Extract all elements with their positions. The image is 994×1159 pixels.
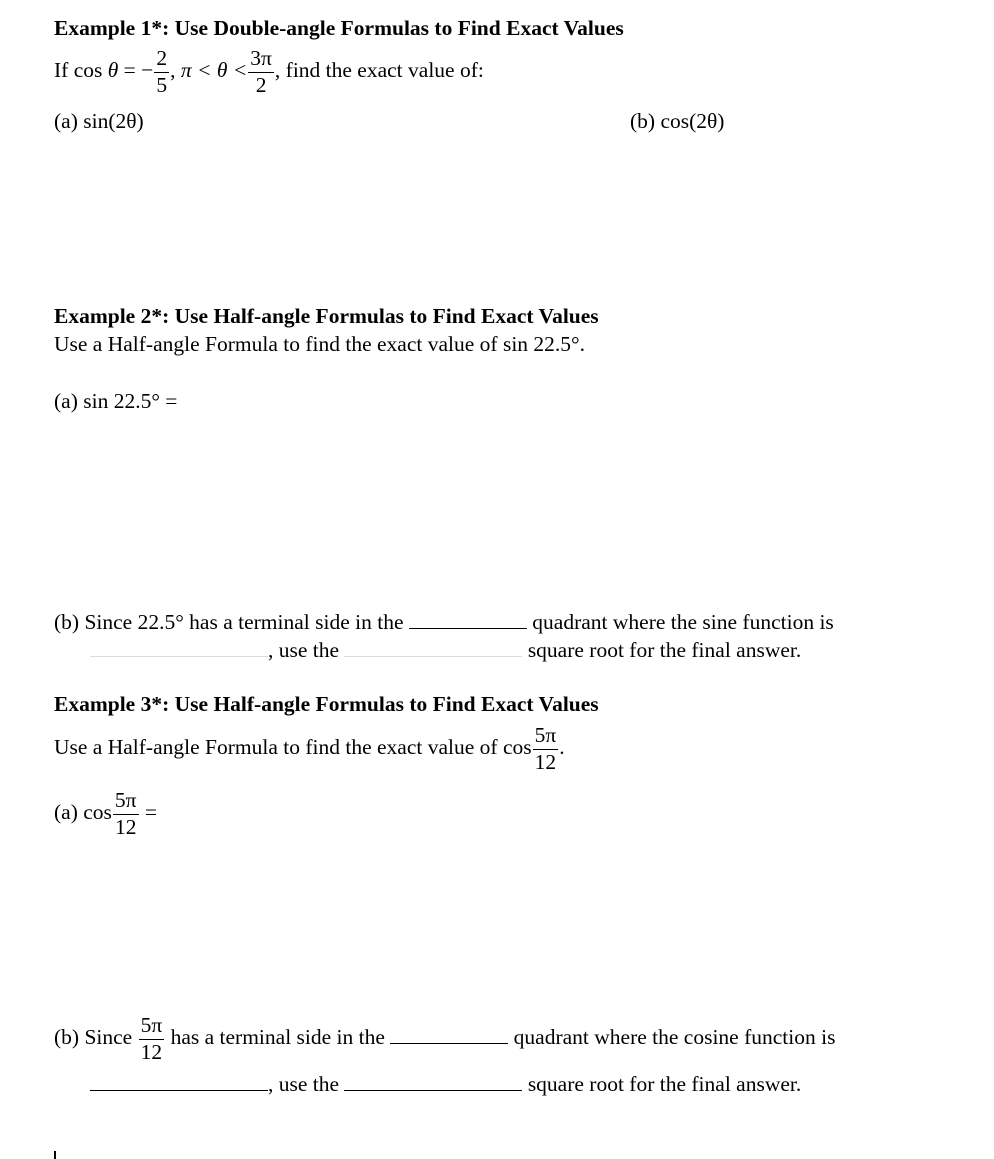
fraction-five-pi-over-twelve: 5π 12 bbox=[112, 789, 139, 839]
fraction-denominator: 5 bbox=[156, 72, 168, 97]
answer-blank-sign[interactable] bbox=[90, 655, 268, 657]
part-b-text: (b) Since bbox=[54, 1024, 133, 1049]
theta-symbol: θ bbox=[107, 57, 119, 82]
part-b-text: , use the bbox=[268, 1072, 340, 1096]
cos-function: cos bbox=[83, 799, 112, 824]
fraction-numerator: 3π bbox=[248, 47, 274, 73]
given-prefix: If cos bbox=[54, 57, 103, 82]
example2-part-b-line1: (b) Since 22.5° has a terminal side in t… bbox=[54, 610, 834, 634]
example2-prompt: Use a Half-angle Formula to find the exa… bbox=[54, 332, 586, 356]
example1-given: If cos θ = −2 5, π < θ <3π 2, find the exa… bbox=[54, 47, 484, 97]
answer-blank-quadrant[interactable] bbox=[390, 1042, 509, 1044]
prompt-expression: sin 22.5° bbox=[502, 332, 580, 356]
fraction-five-pi-over-twelve: 5π 12 bbox=[532, 724, 559, 774]
example1-part-b: (b) cos(2θ) bbox=[630, 109, 725, 133]
fraction-five-pi-over-twelve: 5π 12 bbox=[138, 1014, 165, 1064]
period: . bbox=[559, 734, 565, 759]
equals-sign: = bbox=[144, 799, 158, 824]
fraction-two-fifths: 25 bbox=[154, 47, 170, 97]
answer-blank-quadrant[interactable] bbox=[408, 627, 527, 629]
period: . bbox=[579, 332, 586, 356]
cos-function: cos bbox=[502, 734, 532, 759]
example3-title: Example 3*: Use Half-angle Formulas to F… bbox=[54, 692, 599, 716]
comma: , bbox=[170, 57, 176, 82]
part-b-text: (b) Since 22.5° has a terminal side in t… bbox=[54, 610, 404, 634]
example3-prompt: Use a Half-angle Formula to find the exa… bbox=[54, 724, 565, 774]
part-b-text: square root for the final answer. bbox=[527, 1072, 802, 1096]
fraction-numerator: 5π bbox=[112, 789, 139, 815]
prompt-text: Use a Half-angle Formula to find the exa… bbox=[54, 734, 498, 759]
part-b-text: has a terminal side in the bbox=[170, 1024, 385, 1049]
example3-part-a: (a) cos 5π 12 = bbox=[54, 789, 158, 839]
answer-blank-root[interactable] bbox=[344, 1089, 523, 1091]
part-b-text: quadrant where the sine function is bbox=[532, 610, 834, 634]
example3-part-b-line1: (b) Since 5π 12 has a terminal side in th… bbox=[54, 1014, 836, 1064]
prompt-text: Use a Half-angle Formula to find the exa… bbox=[54, 332, 498, 356]
part-b-text: square root for the final answer. bbox=[527, 638, 802, 662]
example1-title: Example 1*: Use Double-angle Formulas to… bbox=[54, 16, 624, 40]
fraction-denominator: 12 bbox=[114, 814, 137, 839]
fraction-three-pi-over-two: 3π 2 bbox=[248, 47, 274, 97]
fraction-denominator: 12 bbox=[140, 1039, 163, 1064]
fraction-denominator: 12 bbox=[534, 749, 557, 774]
answer-blank-sign[interactable] bbox=[90, 1089, 268, 1091]
fraction-numerator: 2 bbox=[154, 47, 170, 73]
fraction-numerator: 5π bbox=[532, 724, 559, 750]
given-suffix: , find the exact value of: bbox=[274, 57, 484, 82]
part-a-label: (a) bbox=[54, 799, 78, 824]
equals-negative: = − bbox=[118, 57, 154, 82]
fraction-numerator: 5π bbox=[138, 1014, 165, 1040]
example2-part-b-line2: , use the square root for the final answ… bbox=[90, 638, 802, 662]
example2-part-a: (a) sin 22.5° = bbox=[54, 389, 178, 413]
example2-title: Example 2*: Use Half-angle Formulas to F… bbox=[54, 304, 599, 328]
example1-part-a: (a) sin(2θ) bbox=[54, 109, 144, 133]
answer-blank-root[interactable] bbox=[344, 655, 523, 657]
part-b-text: , use the bbox=[268, 638, 340, 662]
example3-part-b-line2: , use the square root for the final answ… bbox=[90, 1072, 802, 1096]
theta-range: π < θ < bbox=[180, 57, 248, 82]
fraction-denominator: 2 bbox=[255, 72, 267, 97]
part-b-text: quadrant where the cosine function is bbox=[513, 1024, 836, 1049]
